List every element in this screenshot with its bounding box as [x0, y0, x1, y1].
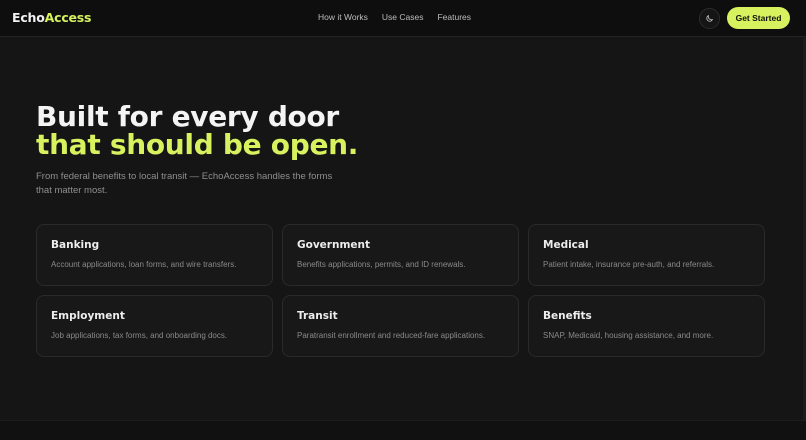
card-description: Patient intake, insurance pre-auth, and …	[543, 260, 715, 269]
card-transit[interactable]: Transit Paratransit enrollment and reduc…	[282, 295, 519, 357]
card-title: Medical	[543, 239, 589, 251]
nav-link-features[interactable]: Features	[437, 12, 471, 22]
card-banking[interactable]: Banking Account applications, loan forms…	[36, 224, 273, 286]
card-title: Transit	[297, 310, 338, 322]
card-description: Account applications, loan forms, and wi…	[51, 260, 237, 269]
card-title: Employment	[51, 310, 125, 322]
hero-subtitle: From federal benefits to local transit —…	[36, 171, 333, 196]
next-section-edge	[0, 420, 806, 440]
get-started-button[interactable]: Get Started	[727, 7, 790, 29]
card-description: SNAP, Medicaid, housing assistance, and …	[543, 331, 714, 340]
card-title: Benefits	[543, 310, 592, 322]
main-nav: How it Works Use Cases Features	[318, 12, 471, 22]
card-employment[interactable]: Employment Job applications, tax forms, …	[36, 295, 273, 357]
card-title: Government	[297, 239, 371, 251]
card-government[interactable]: Government Benefits applications, permit…	[282, 224, 519, 286]
nav-link-how-it-works[interactable]: How it Works	[318, 12, 368, 22]
card-benefits[interactable]: Benefits SNAP, Medicaid, housing assista…	[528, 295, 765, 357]
page: EchoAccess How it Works Use Cases Featur…	[0, 0, 806, 440]
hero-title-line2: that should be open.	[36, 128, 359, 161]
card-description: Paratransit enrollment and reduced-fare …	[297, 331, 486, 340]
brand-name-suffix: Access	[44, 10, 92, 25]
hero-title: Built for every door that should be open…	[36, 103, 358, 159]
hero-title-line1: Built for every door	[36, 100, 339, 133]
top-nav-bar: EchoAccess How it Works Use Cases Featur…	[0, 0, 806, 37]
brand-logo[interactable]: EchoAccess	[12, 10, 91, 25]
card-description: Benefits applications, permits, and ID r…	[297, 260, 466, 269]
card-medical[interactable]: Medical Patient intake, insurance pre-au…	[528, 224, 765, 286]
theme-toggle-button[interactable]	[699, 8, 720, 29]
brand-name-prefix: Echo	[12, 10, 45, 25]
nav-link-use-cases[interactable]: Use Cases	[382, 12, 424, 22]
card-title: Banking	[51, 239, 100, 251]
card-description: Job applications, tax forms, and onboard…	[51, 331, 228, 340]
moon-icon	[706, 15, 713, 22]
